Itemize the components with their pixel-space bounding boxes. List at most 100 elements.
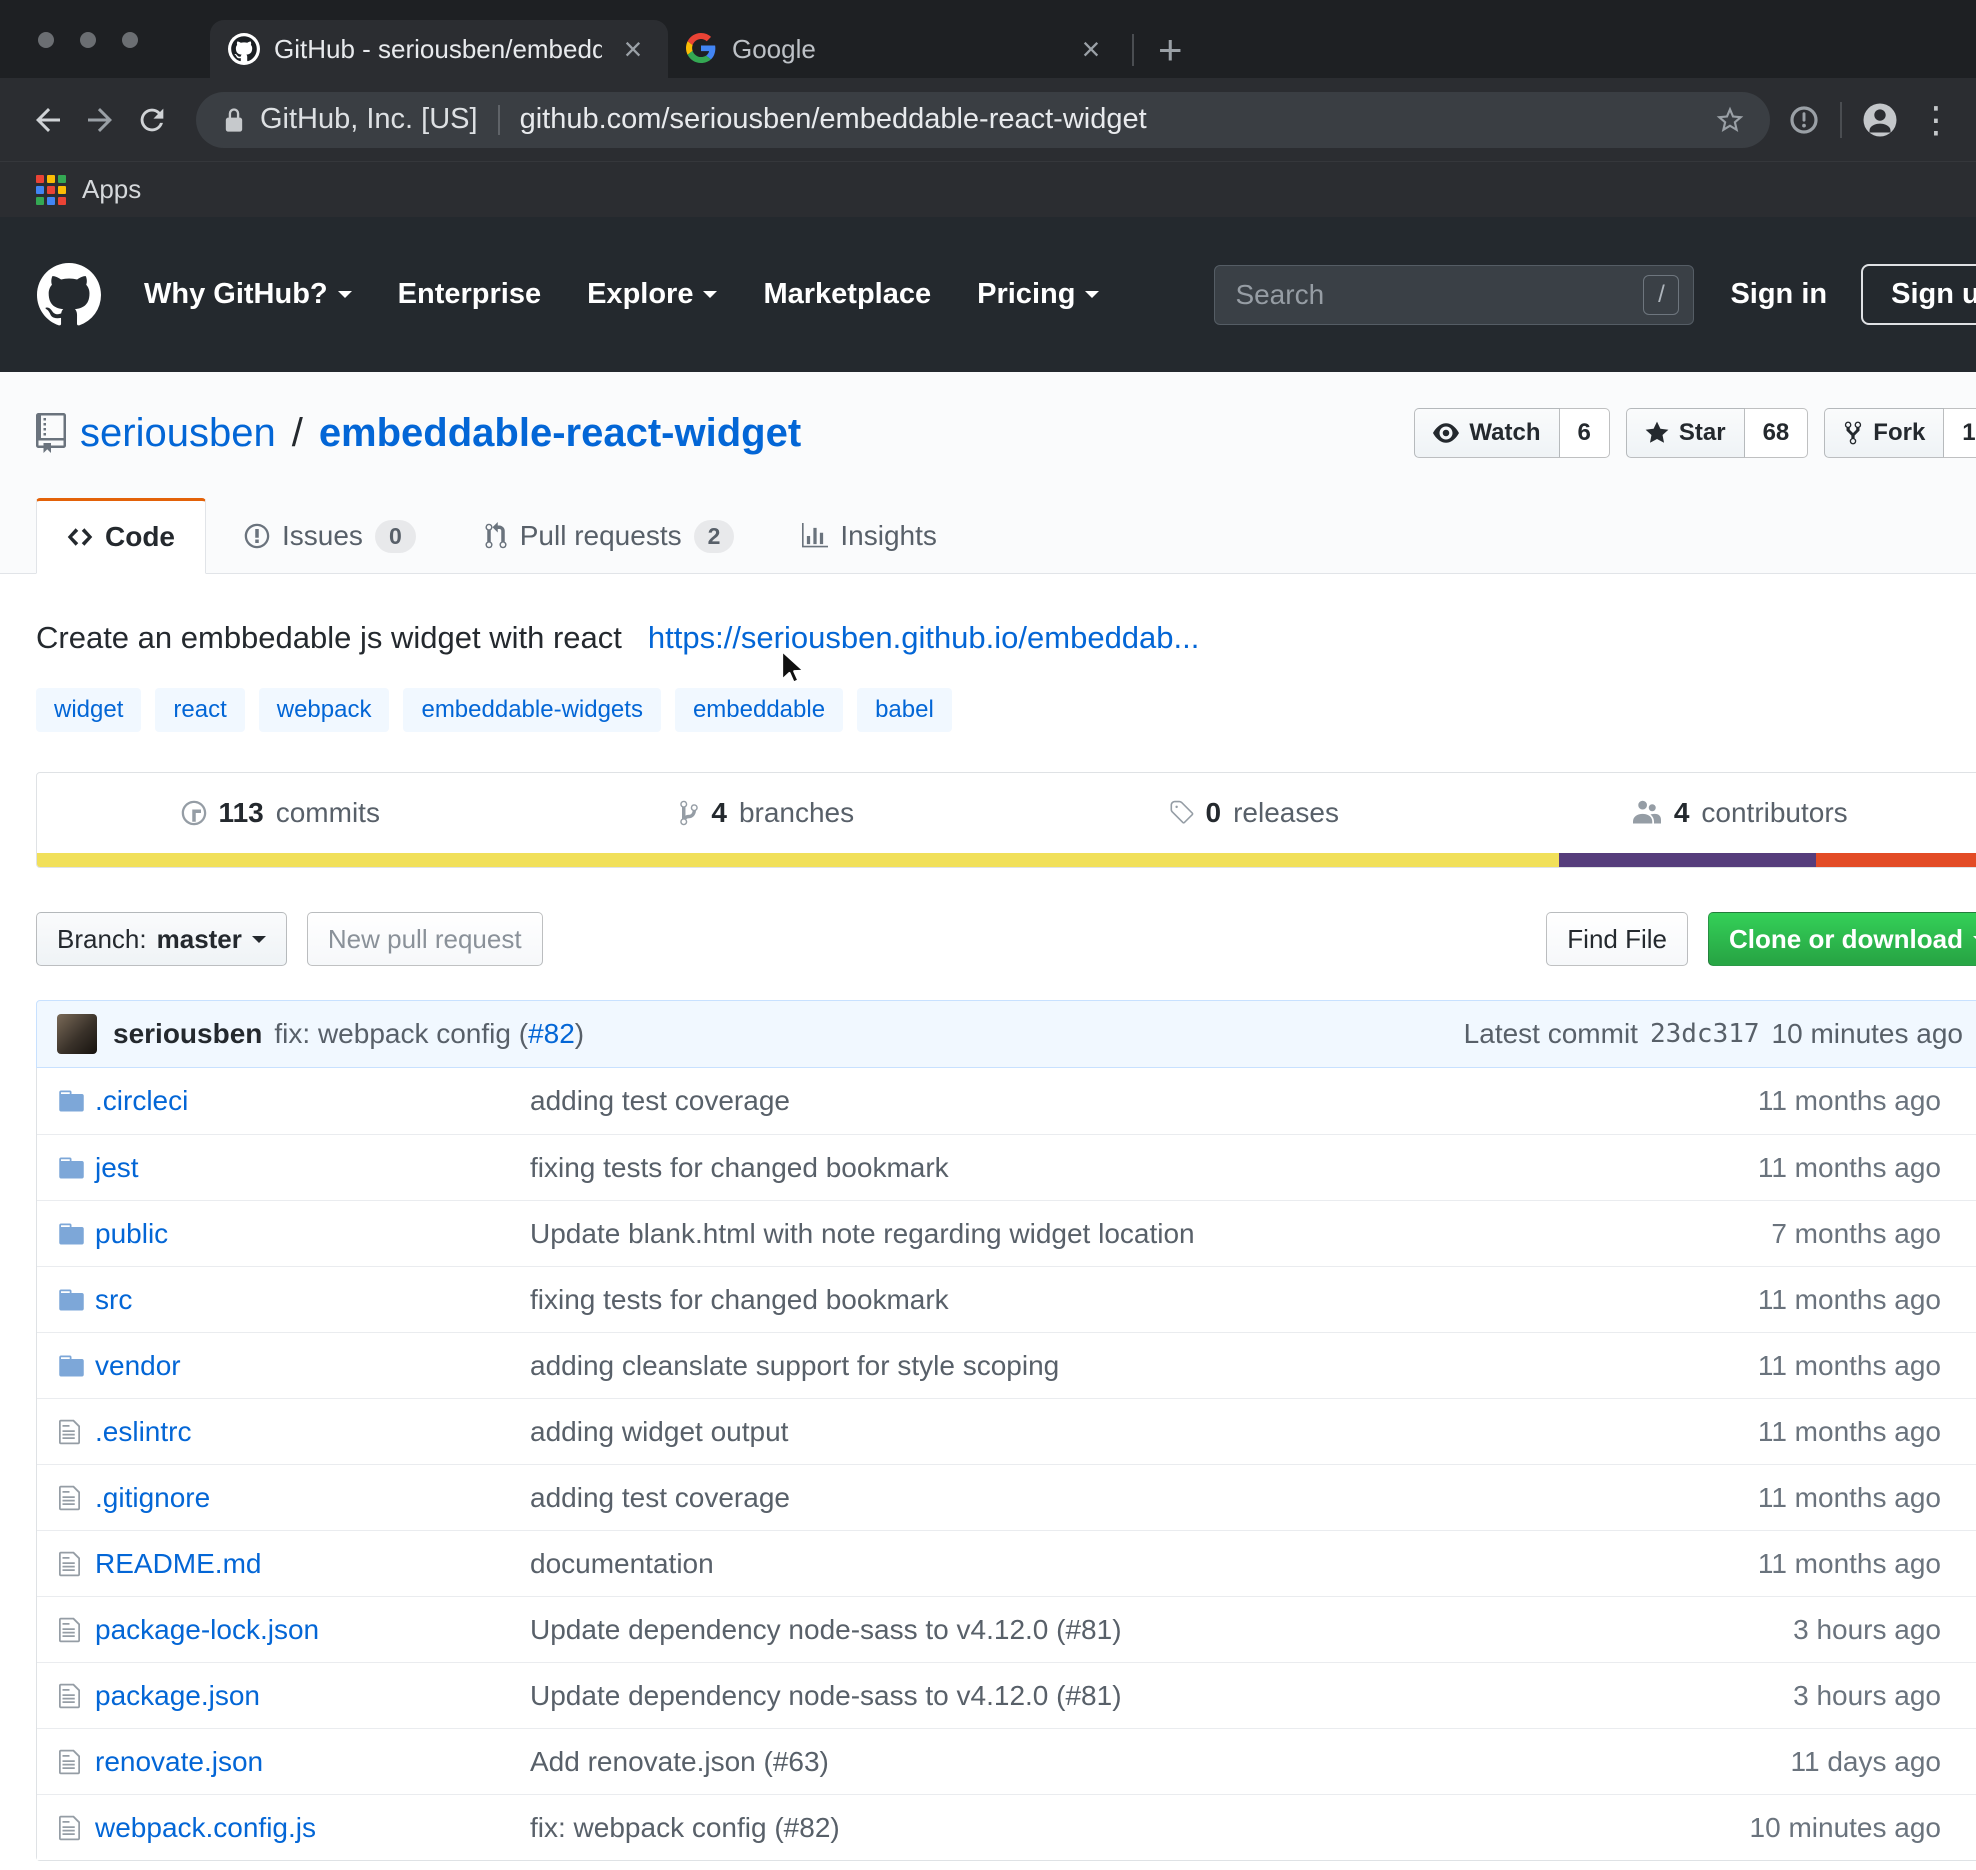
commit-message-link[interactable]: Update dependency node-sass to v4.12.0 (… [530,1680,1122,1711]
file-name-link[interactable]: .eslintrc [95,1416,191,1447]
browser-tab-google[interactable]: Google × [668,20,1126,78]
nav-explore[interactable]: Explore [587,278,717,311]
caret-down-icon [252,936,266,950]
url-text[interactable]: github.com/seriousben/embeddable-react-w… [520,103,1714,136]
minimize-window-button[interactable] [80,32,96,48]
commit-age: 11 months ago [1643,1152,1976,1184]
commit-author-link[interactable]: seriousben [113,1018,262,1050]
close-window-button[interactable] [38,32,54,48]
repo-tabs: Code Issues 0 Pull requests 2 Insights [36,498,1976,573]
commit-message-link[interactable]: adding test coverage [530,1482,790,1513]
commit-message-link[interactable]: adding test coverage [530,1085,790,1116]
nav-pricing[interactable]: Pricing [977,278,1099,311]
reload-button[interactable] [126,94,178,146]
repo-pagehead: seriousben / embeddable-react-widget Wat… [0,372,1976,574]
file-name-link[interactable]: renovate.json [95,1746,263,1777]
watch-count[interactable]: 6 [1560,408,1610,458]
stat-commits[interactable]: 113commits [37,773,524,853]
stat-branches[interactable]: 4branches [524,773,1011,853]
folder-icon [58,1286,85,1314]
commit-age: 11 months ago [1643,1085,1976,1117]
window-controls [38,32,138,48]
topic-tag[interactable]: babel [857,688,952,732]
commit-sha-link[interactable]: 23dc317 [1650,1019,1760,1049]
file-name-link[interactable]: jest [95,1152,139,1183]
tab-insights[interactable]: Insights [772,498,967,574]
browser-menu-icon[interactable]: ⋮ [1918,102,1954,138]
commit-message-link[interactable]: adding widget output [530,1416,788,1447]
clone-or-download-button[interactable]: Clone or download [1708,912,1976,966]
file-name-link[interactable]: vendor [95,1350,181,1381]
commit-message-link[interactable]: fixing tests for changed bookmark [530,1152,949,1183]
find-file-button[interactable]: Find File [1546,912,1688,966]
bookmark-star-icon[interactable] [1714,104,1746,136]
forward-button[interactable] [74,94,126,146]
sign-in-link[interactable]: Sign in [1730,278,1827,311]
commit-message-link[interactable]: Update dependency node-sass to v4.12.0 (… [530,1614,1122,1645]
file-name-link[interactable]: .gitignore [95,1482,210,1513]
close-tab-icon[interactable]: × [616,33,650,65]
nav-why-github[interactable]: Why GitHub? [144,278,352,311]
branch-selector-button[interactable]: Branch: master [36,912,287,966]
tab-code[interactable]: Code [36,498,206,574]
zoom-window-button[interactable] [122,32,138,48]
tab-issues[interactable]: Issues 0 [214,498,446,574]
stat-releases[interactable]: 0releases [1010,773,1497,853]
file-name-link[interactable]: public [95,1218,168,1249]
topic-tag[interactable]: embeddable-widgets [403,688,660,732]
new-tab-button[interactable]: + [1140,30,1201,70]
nav-enterprise[interactable]: Enterprise [398,278,541,311]
topic-tag[interactable]: webpack [259,688,390,732]
back-button[interactable] [22,94,74,146]
topic-tag[interactable]: react [155,688,244,732]
issues-counter: 0 [375,520,416,553]
file-row: public Update blank.html with note regar… [37,1200,1976,1266]
nav-marketplace[interactable]: Marketplace [763,278,931,311]
sign-up-button[interactable]: Sign up [1861,264,1976,325]
file-name-link[interactable]: package.json [95,1680,260,1711]
commit-message-link[interactable]: adding cleanslate support for style scop… [530,1350,1059,1381]
folder-icon [58,1352,85,1380]
file-name-link[interactable]: src [95,1284,132,1315]
tab-pull-requests[interactable]: Pull requests 2 [454,498,765,574]
browser-profile-avatar[interactable] [1862,102,1898,138]
commit-message-link[interactable]: fix: webpack config (#82) [530,1812,840,1843]
file-row: vendor adding cleanslate support for sty… [37,1332,1976,1398]
address-bar[interactable]: GitHub, Inc. [US] github.com/seriousben/… [196,92,1770,148]
star-button[interactable]: Star [1626,408,1745,458]
topic-tag[interactable]: widget [36,688,141,732]
language-segment-2 [1559,853,1816,867]
watch-button[interactable]: Watch [1414,408,1559,458]
new-pull-request-button[interactable]: New pull request [307,912,543,966]
browser-tab-strip: GitHub - seriousben/embeddable-react-wid… [0,0,1976,78]
repo-website-link[interactable]: https://seriousben.github.io/embeddab... [648,620,1199,656]
stat-contributors[interactable]: 4contributors [1497,773,1976,853]
pr-link[interactable]: #82 [528,1018,575,1049]
search-input[interactable]: Search / [1214,265,1694,325]
site-identity-label[interactable]: GitHub, Inc. [US] [260,103,478,136]
star-count[interactable]: 68 [1745,408,1809,458]
file-row: .circleci adding test coverage 11 months… [37,1068,1976,1134]
commit-author-avatar[interactable] [57,1014,97,1054]
apps-bookmark[interactable]: Apps [82,174,141,205]
github-logo-icon[interactable] [36,263,102,327]
extension-icon[interactable] [1788,104,1820,136]
topic-tag[interactable]: embeddable [675,688,843,732]
fork-count[interactable]: 14 [1944,408,1976,458]
file-row: .gitignore adding test coverage 11 month… [37,1464,1976,1530]
commit-message-link[interactable]: Add renovate.json (#63) [530,1746,829,1777]
browser-tab-github[interactable]: GitHub - seriousben/embeddable-react-wid… [210,20,668,78]
close-tab-icon[interactable]: × [1074,33,1108,65]
commit-message-link[interactable]: Update blank.html with note regarding wi… [530,1218,1195,1249]
file-name-link[interactable]: webpack.config.js [95,1812,316,1843]
fork-button[interactable]: Fork [1824,408,1944,458]
file-name-link[interactable]: package-lock.json [95,1614,319,1645]
commit-message-link[interactable]: fixing tests for changed bookmark [530,1284,949,1315]
repo-owner-link[interactable]: seriousben [80,411,276,456]
language-bar[interactable] [37,853,1976,867]
repo-name-link[interactable]: embeddable-react-widget [319,411,801,456]
commit-message-link[interactable]: documentation [530,1548,714,1579]
file-name-link[interactable]: .circleci [95,1085,188,1116]
file-name-link[interactable]: README.md [95,1548,261,1579]
language-segment-3 [1816,853,1976,867]
